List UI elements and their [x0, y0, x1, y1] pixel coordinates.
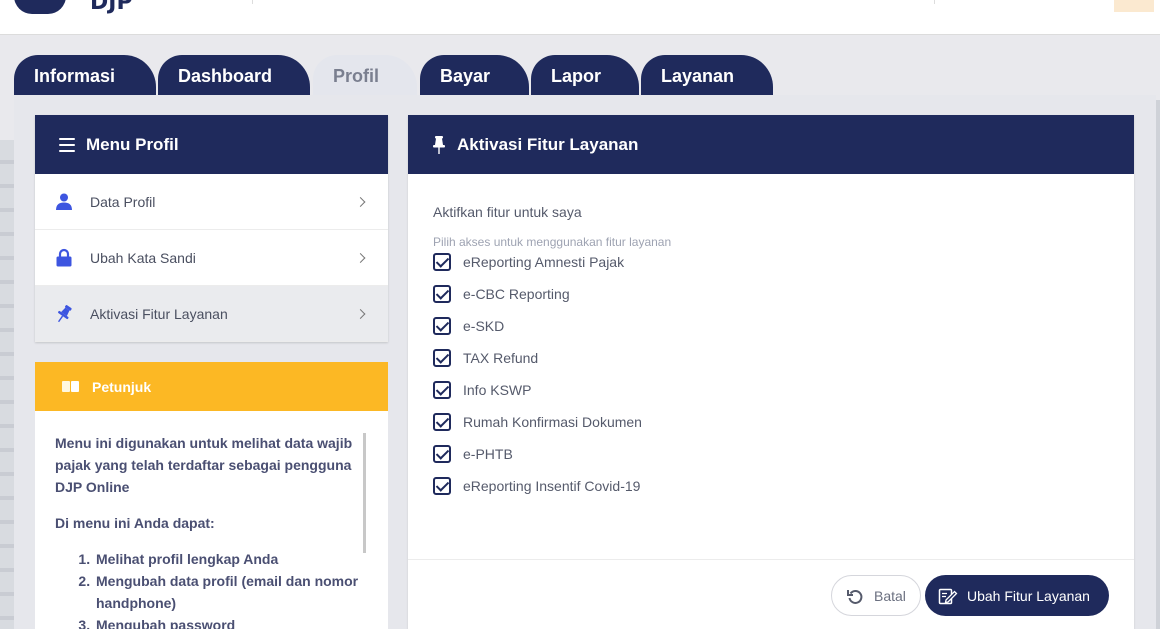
lock-icon	[54, 248, 74, 268]
tab-lapor[interactable]: Lapor	[531, 55, 639, 96]
feature-option[interactable]: Rumah Konfirmasi Dokumen	[433, 406, 1134, 438]
checkbox-checked[interactable]	[433, 381, 451, 399]
guide-content: Menu ini digunakan untuk melihat data wa…	[35, 411, 388, 629]
feature-option[interactable]: TAX Refund	[433, 342, 1134, 374]
cancel-button[interactable]: Batal	[831, 575, 921, 616]
logo-text: DJP	[90, 0, 133, 15]
guide-title: Petunjuk	[92, 378, 152, 395]
djp-logo[interactable]	[14, 0, 66, 14]
menu-item-ubah-kata-sandi[interactable]: Ubah Kata Sandi	[35, 230, 388, 286]
tab-dashboard[interactable]: Dashboard	[158, 55, 310, 96]
profile-menu-header: Menu Profil	[35, 115, 388, 174]
header-divider	[934, 0, 935, 4]
checkbox-checked[interactable]	[433, 317, 451, 335]
tab-layanan[interactable]: Layanan	[641, 55, 773, 96]
submit-label: Ubah Fitur Layanan	[967, 587, 1090, 604]
feature-option[interactable]: Info KSWP	[433, 374, 1134, 406]
feature-option[interactable]: e-PHTB	[433, 438, 1134, 470]
activation-prompt: Aktifkan fitur untuk saya	[433, 204, 582, 220]
user-icon	[54, 192, 74, 212]
header-notification-area[interactable]	[1114, 0, 1154, 12]
menu-item-label: Aktivasi Fitur Layanan	[90, 305, 228, 322]
activation-header: Aktivasi Fitur Layanan	[408, 115, 1134, 174]
footer-divider	[408, 559, 1134, 560]
feature-option-label: e-PHTB	[463, 446, 513, 462]
checkbox-checked[interactable]	[433, 349, 451, 367]
guide-intro: Menu ini digunakan untuk melihat data wa…	[55, 435, 353, 495]
checkbox-checked[interactable]	[433, 477, 451, 495]
checkbox-checked[interactable]	[433, 413, 451, 431]
menu-item-label: Ubah Kata Sandi	[90, 249, 196, 266]
chevron-right-icon	[355, 196, 366, 207]
undo-icon	[847, 589, 863, 604]
submit-button[interactable]: Ubah Fitur Layanan	[925, 575, 1109, 616]
guide-steps: Melihat profil lengkap Anda Mengubah dat…	[55, 548, 366, 629]
guide-scrollbar[interactable]	[363, 433, 366, 553]
feature-option[interactable]: e-CBC Reporting	[433, 278, 1134, 310]
menu-item-aktivasi-fitur-layanan[interactable]: Aktivasi Fitur Layanan	[35, 286, 388, 342]
guide-step: Melihat profil lengkap Anda	[94, 548, 366, 570]
chevron-right-icon	[355, 252, 366, 263]
pin-icon	[54, 304, 74, 324]
activation-title: Aktivasi Fitur Layanan	[457, 134, 639, 154]
edit-icon	[938, 588, 958, 604]
guide-step: Mengubah data profil (email dan nomor ha…	[94, 570, 366, 614]
top-header: DJP	[0, 0, 1160, 35]
feature-option-label: e-CBC Reporting	[463, 286, 570, 302]
guide-panel: Petunjuk Menu ini digunakan untuk meliha…	[35, 362, 388, 629]
feature-option-label: TAX Refund	[463, 350, 539, 366]
tab-informasi[interactable]: Informasi	[14, 55, 156, 96]
checkbox-checked[interactable]	[433, 285, 451, 303]
tab-profil[interactable]: Profil	[313, 55, 417, 96]
feature-option-label: e-SKD	[463, 318, 505, 334]
feature-option-label: Info KSWP	[463, 382, 532, 398]
menu-icon	[59, 137, 75, 152]
activation-panel: Aktivasi Fitur Layanan Aktifkan fitur un…	[408, 115, 1134, 629]
profile-menu-title: Menu Profil	[86, 134, 179, 154]
feature-option-label: eReporting Insentif Covid-19	[463, 478, 641, 494]
tab-bayar[interactable]: Bayar	[420, 55, 529, 96]
feature-option[interactable]: e-SKD	[433, 310, 1134, 342]
feature-option[interactable]: eReporting Insentif Covid-19	[433, 470, 1134, 502]
header-divider	[252, 0, 253, 4]
background-building	[1156, 100, 1160, 629]
pin-icon	[432, 135, 446, 154]
feature-option-label: Rumah Konfirmasi Dokumen	[463, 414, 642, 430]
guide-step: Mengubah password	[94, 614, 366, 629]
checkbox-checked[interactable]	[433, 253, 451, 271]
feature-option-label: eReporting Amnesti Pajak	[463, 254, 625, 270]
guide-header: Petunjuk	[35, 362, 388, 411]
cancel-label: Batal	[874, 587, 906, 604]
menu-item-data-profil[interactable]: Data Profil	[35, 174, 388, 230]
chevron-right-icon	[355, 308, 366, 319]
feature-option[interactable]: eReporting Amnesti Pajak	[433, 246, 1134, 278]
menu-item-label: Data Profil	[90, 193, 156, 210]
guide-subtitle: Di menu ini Anda dapat:	[55, 515, 215, 531]
background-building	[0, 140, 14, 629]
activation-content: Aktifkan fitur untuk saya Pilih akses un…	[408, 174, 1134, 502]
profile-menu: Menu Profil Data Profil Ubah Kata Sandi …	[35, 115, 388, 342]
checkbox-checked[interactable]	[433, 445, 451, 463]
book-icon	[62, 380, 80, 393]
